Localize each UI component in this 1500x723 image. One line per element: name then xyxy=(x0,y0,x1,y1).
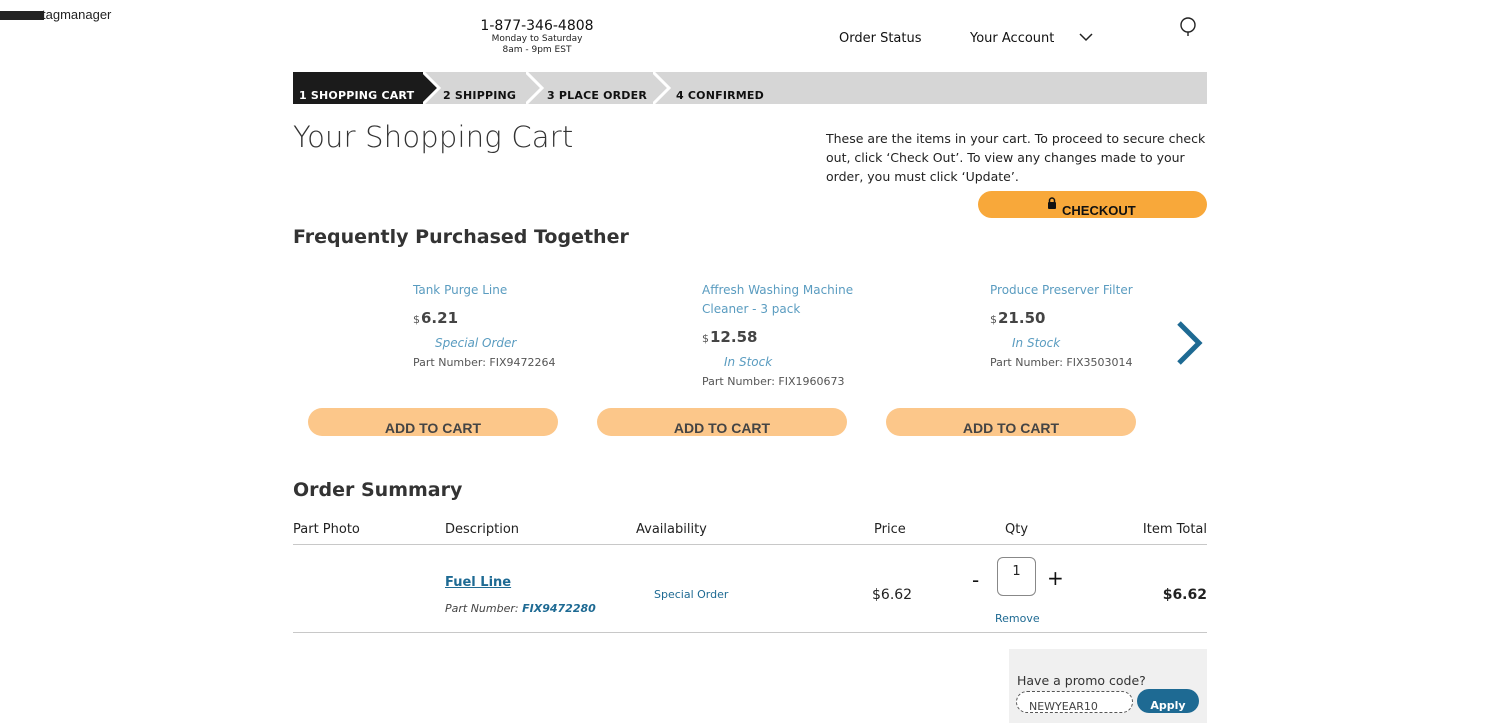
item-total: $6.62 xyxy=(1162,587,1207,603)
add-to-cart-button[interactable]: ADD TO CART xyxy=(308,408,558,436)
col-header-qty: Qty xyxy=(1005,522,1029,537)
fpt-title: Frequently Purchased Together xyxy=(293,226,629,248)
product-name-link[interactable]: Tank Purge Line xyxy=(413,281,573,300)
add-to-cart-button[interactable]: ADD TO CART xyxy=(597,408,847,436)
chevron-down-icon[interactable] xyxy=(1079,27,1093,46)
hours-time: 8am - 9pm EST xyxy=(502,45,572,55)
qty-increase-button[interactable]: + xyxy=(1047,566,1064,590)
product-availability: In Stock xyxy=(724,355,773,369)
search-icon[interactable] xyxy=(1178,16,1198,42)
order-status-link[interactable]: Order Status xyxy=(839,31,922,46)
phone-number[interactable]: 1-877-346-4808 xyxy=(437,18,637,34)
item-name-link[interactable]: Fuel Line xyxy=(445,575,511,590)
divider xyxy=(293,632,1207,633)
col-header-availability: Availability xyxy=(636,522,707,537)
promo-code-input[interactable] xyxy=(1016,691,1133,713)
qty-input[interactable] xyxy=(997,557,1036,596)
checkout-steps: 1 SHOPPING CART 2 SHIPPING 3 PLACE ORDER… xyxy=(293,72,1207,104)
divider xyxy=(293,544,1207,545)
product-part-number: Part Number: FIX1960673 xyxy=(702,375,845,388)
your-account-link[interactable]: Your Account xyxy=(970,31,1054,43)
col-header-item-total: Item Total xyxy=(1142,522,1207,537)
phone-block: 1-877-346-4808 Monday to Saturday 8am - … xyxy=(437,18,637,56)
promo-box: Have a promo code? Apply xyxy=(1009,649,1207,723)
order-summary-title: Order Summary xyxy=(293,479,463,501)
checkout-button[interactable]: CHECKOUT xyxy=(978,191,1207,218)
product-price: $12.58 xyxy=(702,328,758,346)
cart-intro-text: These are the items in your cart. To pro… xyxy=(826,131,1206,184)
apply-promo-button[interactable]: Apply xyxy=(1137,689,1199,713)
lock-icon xyxy=(1047,197,1057,212)
step-shopping-cart: 1 SHOPPING CART xyxy=(293,72,438,104)
promo-question: Have a promo code? xyxy=(1017,673,1146,688)
tagmanager-text: tagmanager xyxy=(0,7,111,22)
item-price: $6.62 xyxy=(872,587,913,603)
col-header-photo: Part Photo xyxy=(293,522,360,537)
remove-item-link[interactable]: Remove xyxy=(995,612,1040,625)
col-header-price: Price xyxy=(874,522,906,537)
product-card: Tank Purge Line $6.21 Special Order Part… xyxy=(413,281,663,369)
item-part-number: Part Number: FIX9472280 xyxy=(445,602,596,615)
item-availability: Special Order xyxy=(654,588,729,601)
qty-decrease-button[interactable]: - xyxy=(972,568,979,592)
product-availability: Special Order xyxy=(435,336,517,350)
chevron-right-icon[interactable] xyxy=(1174,320,1204,370)
add-to-cart-button[interactable]: ADD TO CART xyxy=(886,408,1136,436)
product-card: Affresh Washing Machine Cleaner - 3 pack… xyxy=(702,281,952,388)
product-name-link[interactable]: Affresh Washing Machine Cleaner - 3 pack xyxy=(702,281,862,319)
col-header-description: Description xyxy=(445,522,520,537)
product-name-link[interactable]: Produce Preserver Filter xyxy=(990,281,1150,300)
hours-days: Monday to Saturday xyxy=(491,34,583,44)
checkout-label: CHECKOUT xyxy=(1062,203,1136,218)
product-price: $6.21 xyxy=(413,309,459,327)
page-title: Your Shopping Cart xyxy=(293,120,574,154)
product-part-number: Part Number: FIX9472264 xyxy=(413,356,556,369)
